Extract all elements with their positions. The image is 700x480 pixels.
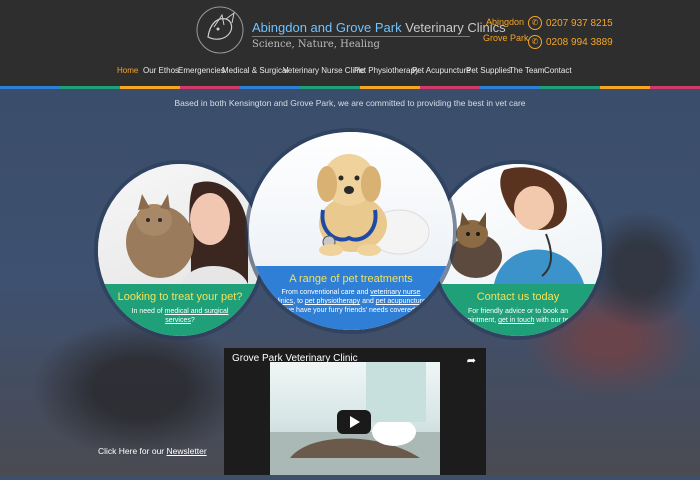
treat-pet-text-pre: In need of xyxy=(131,308,165,315)
promo-circle-contact[interactable]: Contact us today For friendly advice or … xyxy=(434,164,602,336)
pet-treatments-text-3: and xyxy=(360,298,376,305)
pet-treatments-band: A range of pet treatments From conventio… xyxy=(249,266,453,330)
nav-contact[interactable]: Contact xyxy=(544,66,572,75)
pet-physiotherapy-link[interactable]: pet physiotherapy xyxy=(305,298,360,305)
site-header: Abingdon and Grove Park Veterinary Clini… xyxy=(0,0,700,88)
pet-treatments-text-1: From conventional care and xyxy=(281,289,371,296)
contact-band: Contact us today For friendly advice or … xyxy=(434,284,602,336)
clinic-logo-icon[interactable] xyxy=(194,5,246,55)
promo-circle-treat-pet[interactable]: Looking to treat your pet? In need of me… xyxy=(98,164,262,336)
phone-icon: ✆ xyxy=(528,35,542,49)
nav-the-team[interactable]: The Team xyxy=(509,66,544,75)
medical-surgical-link[interactable]: medical and surgical services xyxy=(165,308,229,324)
treat-pet-heading[interactable]: Looking to treat your pet? xyxy=(98,291,262,303)
phone-grove-park[interactable]: 0208 994 3889 xyxy=(546,37,613,48)
phone-icon: ✆ xyxy=(528,16,542,30)
nav-pet-acupuncture[interactable]: Pet Acupuncture xyxy=(412,66,471,75)
brand-divider xyxy=(252,36,470,37)
newsletter-line: Click Here for our Newsletter xyxy=(98,446,207,456)
brand-title[interactable]: Abingdon and Grove Park Veterinary Clini… xyxy=(252,20,506,35)
puppy-vet-photo xyxy=(249,132,453,266)
intro-text: Based in both Kensington and Grove Park,… xyxy=(174,98,526,108)
treat-pet-band: Looking to treat your pet? In need of me… xyxy=(98,284,262,336)
newsletter-text: Click Here for our xyxy=(98,446,167,456)
puppy-with-stethoscope-illustration xyxy=(317,154,430,256)
pet-treatments-text-2: , to xyxy=(293,298,305,305)
team-link[interactable]: team xyxy=(563,317,579,324)
woman-with-cat-photo xyxy=(98,164,262,284)
nav-pet-physiotherapy[interactable]: Pet Physiotherapy xyxy=(354,66,419,75)
woman-with-cat-illustration xyxy=(126,181,248,284)
nav-our-ethos[interactable]: Our Ethos xyxy=(143,66,179,75)
contact-heading[interactable]: Contact us today xyxy=(434,291,602,303)
get-in-touch-link[interactable]: get in touch xyxy=(498,317,534,324)
pet-treatments-text: From conventional care and veterinary nu… xyxy=(273,288,429,315)
brand-name: Abingdon and Grove Park xyxy=(252,20,402,35)
pet-treatments-heading[interactable]: A range of pet treatments xyxy=(249,273,453,285)
newsletter-link[interactable]: Newsletter xyxy=(167,446,207,456)
play-icon[interactable] xyxy=(337,410,371,434)
nav-medical-surgical[interactable]: Medical & Surgical xyxy=(222,66,288,75)
pet-acupuncture-link[interactable]: pet acupuncture xyxy=(376,298,426,305)
contact-text-3: . xyxy=(578,317,581,324)
nav-pet-supplies[interactable]: Pet Supplies xyxy=(466,66,511,75)
background-dog-paws xyxy=(30,319,250,459)
promo-circle-pet-treatments[interactable]: A range of pet treatments From conventio… xyxy=(249,132,453,330)
location-abingdon: Abingdon xyxy=(486,17,525,27)
treat-pet-text: In need of medical and surgical services… xyxy=(116,307,244,325)
contact-text-2: with our xyxy=(534,317,563,324)
treat-pet-text-post: ? xyxy=(190,317,195,324)
video-title[interactable]: Grove Park Veterinary Clinic xyxy=(232,353,358,364)
vet-with-yorkie-illustration xyxy=(450,167,584,284)
video-player[interactable]: Grove Park Veterinary Clinic ➦ xyxy=(224,348,486,475)
vet-with-dog-photo xyxy=(434,164,602,284)
contact-text: For friendly advice or to book an appoin… xyxy=(452,307,584,325)
location-grove-park: Grove Park xyxy=(483,33,529,43)
brand-tagline: Science, Nature, Healing xyxy=(252,39,380,50)
nav-emergencies[interactable]: Emergencies xyxy=(178,66,225,75)
main-nav: Home Our Ethos Emergencies Medical & Sur… xyxy=(0,66,700,78)
share-icon[interactable]: ➦ xyxy=(467,354,476,367)
phone-abingdon[interactable]: 0207 937 8215 xyxy=(546,18,613,29)
nav-veterinary-nurse-clinic[interactable]: Veterinary Nurse Clinic xyxy=(283,66,364,75)
nav-home[interactable]: Home xyxy=(117,66,138,75)
